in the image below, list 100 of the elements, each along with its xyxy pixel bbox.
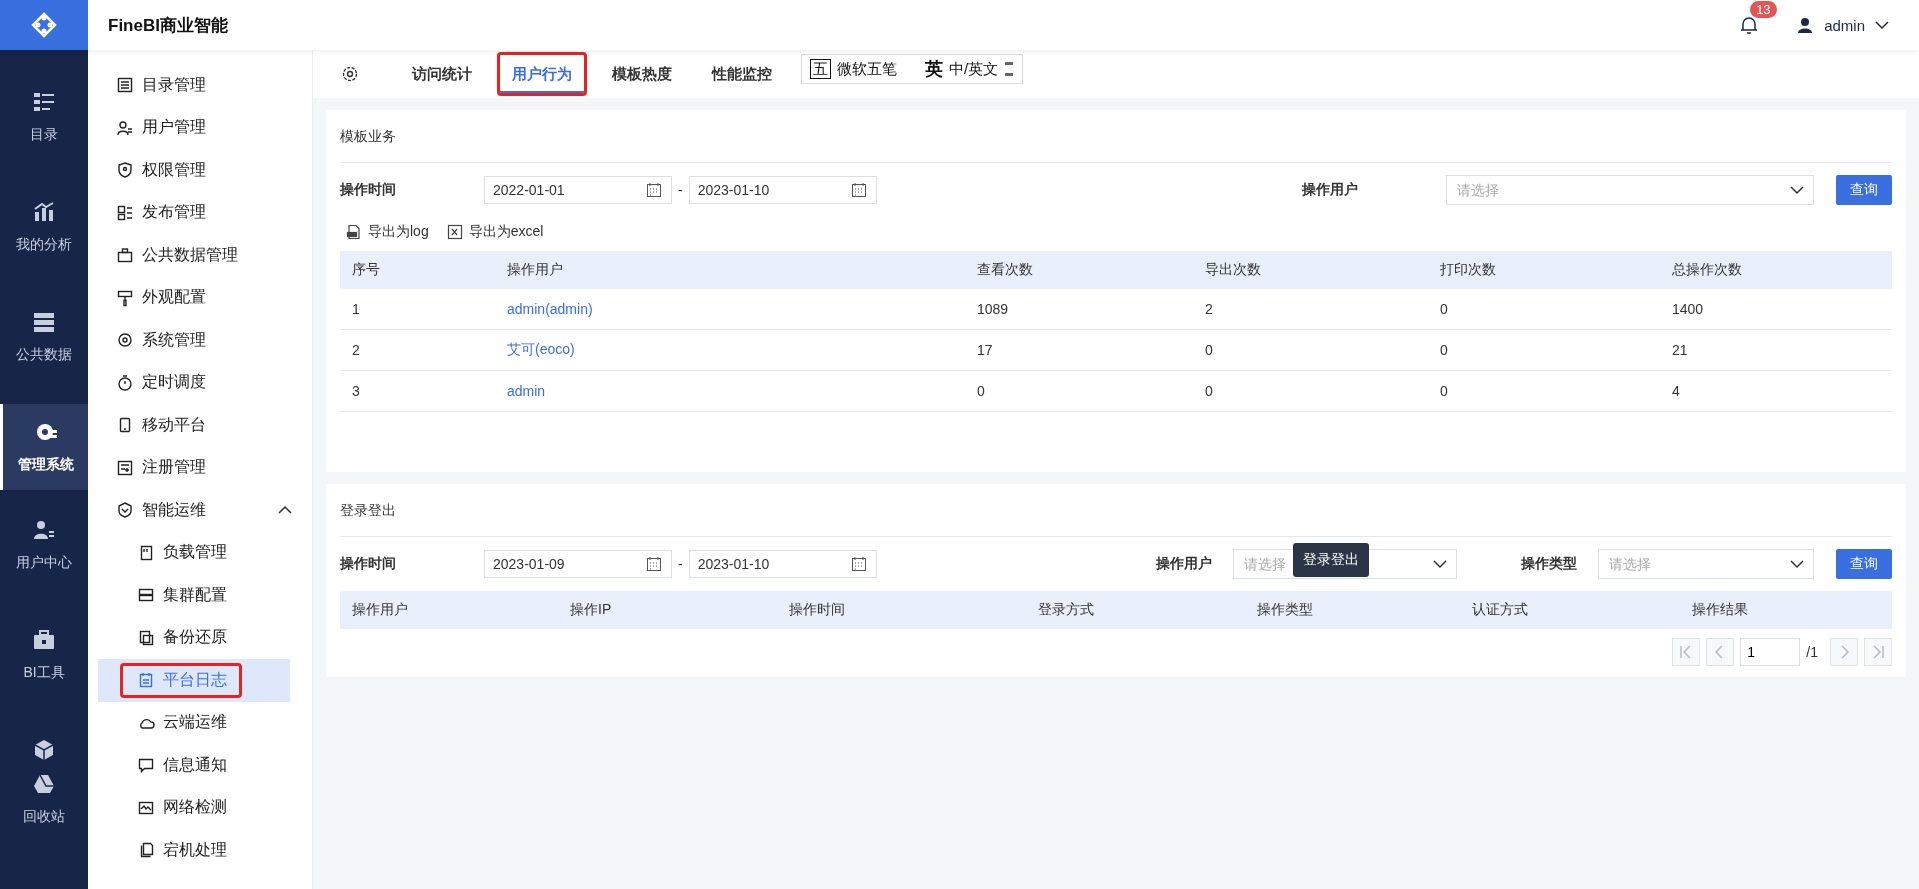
table-cell-text: 21: [1672, 342, 1689, 358]
list-icon: [116, 76, 134, 95]
table-cell-text: 0: [1205, 342, 1214, 358]
menu-item[interactable]: 公共数据管理: [88, 234, 312, 277]
rail-item[interactable]: 用户中心: [0, 490, 88, 600]
menu-item[interactable]: 权限管理: [88, 149, 312, 192]
menu-item[interactable]: 移动平台: [88, 404, 312, 447]
range-separator: -: [678, 556, 683, 572]
cube-icon: [32, 738, 56, 762]
menu-item[interactable]: 外观配置: [88, 276, 312, 319]
user-link[interactable]: admin(admin): [507, 301, 593, 317]
calendar-icon[interactable]: [646, 182, 662, 198]
date-field[interactable]: 2023-01-09: [484, 550, 672, 578]
tab[interactable]: 用户行为: [497, 52, 587, 96]
rail-item[interactable]: BI工具: [0, 600, 88, 710]
table-cell-text: 2: [352, 342, 361, 358]
tooltip: 登录登出: [1293, 543, 1369, 577]
table-cell-text: 0: [977, 383, 986, 399]
tab[interactable]: 性能监控: [697, 52, 787, 96]
rail-item[interactable]: 管理系统: [0, 404, 88, 490]
export-link[interactable]: 导出为log: [346, 223, 429, 241]
user-menu[interactable]: admin: [1824, 16, 1889, 34]
column-header: 查看次数: [977, 261, 1034, 279]
menu-item[interactable]: 负载管理: [98, 531, 290, 574]
toolbox-icon: [32, 628, 56, 652]
rail-item[interactable]: 我的分析: [0, 172, 88, 282]
user-icon: [1798, 17, 1813, 33]
date-field[interactable]: 2023-01-10: [688, 550, 877, 578]
ime-toggle[interactable]: 中/英文: [949, 59, 999, 79]
table-cell-text: 0: [1440, 342, 1449, 358]
table-cell-text: 1: [352, 301, 361, 317]
menu-item[interactable]: 发布管理: [88, 191, 312, 234]
product-name: FineBI商业智能: [108, 14, 228, 37]
chevron-down-icon: [1875, 20, 1889, 30]
date-field[interactable]: 2023-01-10: [688, 176, 877, 204]
range-separator: -: [678, 182, 683, 198]
menu-item[interactable]: 信息通知: [98, 744, 290, 787]
menu-item[interactable]: 云端运维: [98, 701, 290, 744]
tab[interactable]: 访问统计: [397, 52, 487, 96]
user-link[interactable]: 艾可(eoco): [507, 341, 575, 359]
calendar-icon[interactable]: [850, 556, 867, 572]
layout-icon: [116, 203, 134, 222]
ime-mode-key[interactable]: 五: [810, 59, 831, 79]
query-button[interactable]: 查询: [1836, 549, 1892, 579]
menu-item[interactable]: 备份还原: [98, 616, 290, 659]
copy-icon: [137, 628, 155, 647]
user-icon: [116, 118, 134, 137]
user-select[interactable]: 请选择: [1446, 175, 1814, 205]
type-select[interactable]: 请选择: [1598, 549, 1814, 579]
list-icon: [32, 90, 56, 114]
page-input[interactable]: 1: [1740, 638, 1801, 666]
bar-chart-icon: [32, 200, 56, 224]
settings-icon[interactable]: [341, 65, 359, 83]
table-cell-text: 0: [1440, 383, 1449, 399]
menu-item[interactable]: 宕机处理: [98, 829, 290, 872]
column-header: 操作结果: [1692, 601, 1749, 619]
menu-item[interactable]: 网络检测: [98, 786, 290, 829]
spreadsheet-icon: [446, 224, 463, 240]
table-cell-text: 4: [1672, 383, 1681, 399]
menu-item[interactable]: 目录管理: [88, 64, 312, 107]
calendar-icon[interactable]: [646, 556, 662, 572]
column-header: 登录方式: [1038, 601, 1095, 619]
triangle-icon: [32, 772, 56, 796]
message-icon: [137, 756, 155, 775]
tab[interactable]: 模板热度: [597, 52, 687, 96]
section-title: 登录登出: [340, 484, 1892, 537]
table-cell-text: 0: [1440, 301, 1449, 317]
ime-name: 微软五笔: [837, 59, 897, 79]
first-page-icon: [1679, 645, 1694, 659]
menu-item[interactable]: 集群配置: [98, 574, 290, 617]
date-field[interactable]: 2022-01-01: [484, 176, 672, 204]
calendar-icon[interactable]: [850, 182, 867, 198]
table-cell-text: 0: [1205, 383, 1214, 399]
column-header: 操作用户: [352, 601, 409, 619]
query-button[interactable]: 查询: [1836, 175, 1892, 205]
shield-icon: [116, 501, 134, 520]
column-header: 操作类型: [1257, 601, 1314, 619]
user-link[interactable]: admin: [507, 383, 546, 399]
table-cell-text: 1400: [1672, 301, 1705, 317]
column-header: 打印次数: [1440, 261, 1497, 279]
rail-item[interactable]: 公共数据: [0, 282, 88, 392]
export-link[interactable]: 导出为excel: [446, 223, 544, 241]
calendar-icon: [137, 671, 155, 690]
chevron-icon: [1790, 559, 1804, 569]
menu-item[interactable]: 系统管理: [88, 319, 312, 362]
column-header: 操作时间: [789, 601, 846, 619]
menu-item[interactable]: 定时调度: [88, 361, 312, 404]
rail-item[interactable]: 目录: [0, 62, 88, 172]
menu-item[interactable]: 智能运维: [88, 489, 312, 532]
field-label: 操作时间: [340, 555, 397, 573]
column-header: 操作用户: [507, 261, 564, 279]
menu-item[interactable]: 平台日志: [98, 659, 290, 702]
column-header: 序号: [352, 261, 381, 279]
rail-item[interactable]: 回收站: [0, 762, 88, 832]
menu-item[interactable]: 注册管理: [88, 446, 312, 489]
ime-language-key[interactable]: 英: [925, 57, 943, 81]
dots-icon[interactable]: [1004, 61, 1015, 77]
menu-item[interactable]: 用户管理: [88, 106, 312, 149]
bell-icon[interactable]: [1740, 15, 1759, 35]
chevron-icon: [1790, 185, 1804, 195]
